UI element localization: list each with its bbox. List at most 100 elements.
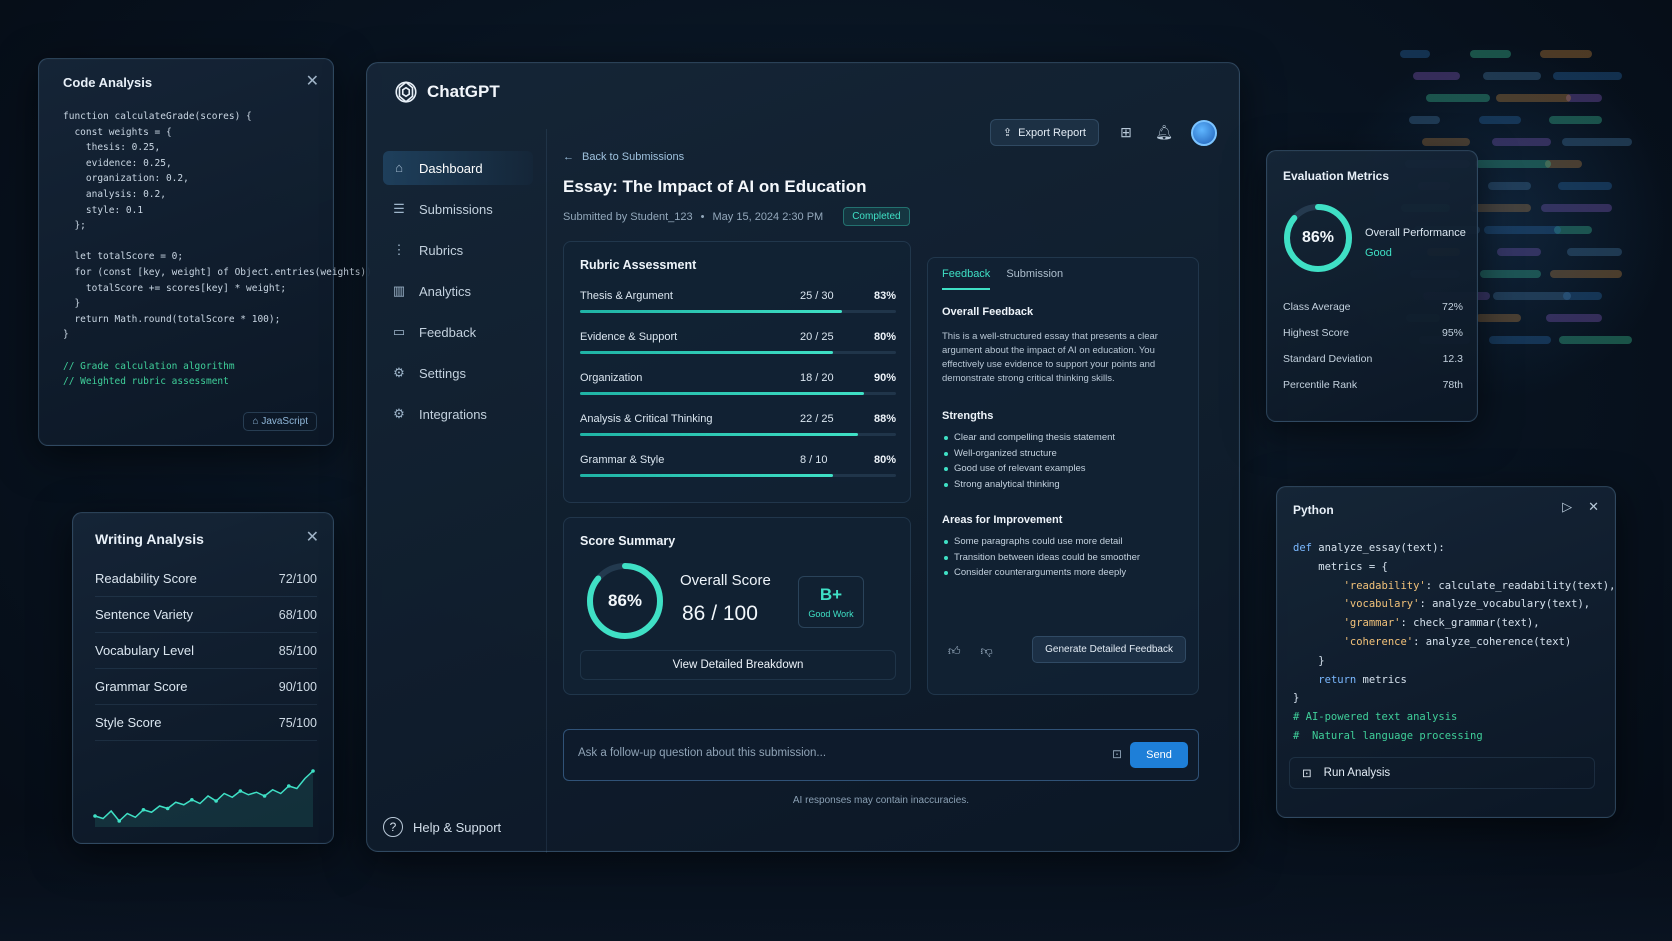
rubric-row: Organization 18 / 20 90% — [580, 372, 896, 406]
rubric-name: Organization — [580, 372, 643, 384]
sidebar-item-submissions[interactable]: ☰ Submissions — [383, 192, 533, 226]
run-analysis-button[interactable]: ⊡ Run Analysis — [1289, 757, 1595, 789]
rubric-row: Thesis & Argument 25 / 30 83% — [580, 290, 896, 324]
code-line: const weights = { — [63, 126, 172, 138]
rubric-row: Analysis & Critical Thinking 22 / 25 88% — [580, 413, 896, 447]
view-breakdown-button[interactable]: View Detailed Breakdown — [580, 650, 896, 680]
rubric-score: 20 / 25 — [800, 331, 834, 343]
sidebar-item-settings[interactable]: ⚙ Settings — [383, 356, 533, 390]
rubric-name: Evidence & Support — [580, 331, 678, 343]
metric-value: 68/100 — [278, 607, 317, 622]
thumbs-up-icon[interactable]: 👍︎ — [948, 644, 961, 659]
code-line: let totalScore = 0; — [63, 251, 184, 263]
metric-label: Sentence Variety — [95, 607, 194, 622]
metric-row: Percentile Rank 78th — [1283, 379, 1463, 391]
tab-submission[interactable]: Submission — [1006, 268, 1063, 290]
writing-metric-row: Grammar Score 90/100 — [95, 669, 317, 705]
sparkline-point — [190, 797, 194, 802]
avatar[interactable] — [1191, 119, 1217, 146]
tab-feedback[interactable]: Feedback — [942, 268, 991, 290]
list-item: Transition between ideas could be smooth… — [942, 550, 1140, 566]
sidebar-item-dashboard[interactable]: ⌂ Dashboard — [383, 151, 533, 185]
rubric-progress-track — [580, 433, 896, 436]
strengths-list: Clear and compelling thesis statement We… — [942, 430, 1115, 492]
feedback-rating: 👍︎ 👎︎ — [948, 644, 993, 659]
sparkline-point — [117, 819, 122, 823]
close-icon[interactable]: ✕ — [306, 527, 319, 547]
sidebar-item-rubrics[interactable]: ⋮ Rubrics — [383, 233, 533, 267]
metric-row: Standard Deviation 12.3 — [1283, 353, 1463, 365]
send-button[interactable]: Send — [1130, 742, 1188, 768]
improvement-title: Areas for Improvement — [942, 514, 1063, 526]
rubric-row: Grammar & Style 8 / 10 80% — [580, 454, 896, 488]
writing-metric-row: Style Score 75/100 — [95, 705, 317, 741]
feedback-icon: ▭ — [392, 324, 406, 339]
header-actions: ⇪ Export Report ⊞ 🔔︎ — [989, 119, 1217, 146]
close-icon[interactable]: ✕ — [306, 71, 319, 91]
overall-performance-value: Good — [1365, 247, 1392, 259]
score-summary-card: Score Summary 86% Overall Score 86 / 100… — [563, 517, 911, 695]
sidebar-item-label: Analytics — [419, 283, 472, 299]
writing-metric-row: Vocabulary Level 85/100 — [95, 633, 317, 669]
separator-dot: • — [700, 210, 705, 223]
app-name: ChatGPT — [427, 82, 500, 101]
back-link[interactable]: ← Back to Submissions — [563, 151, 684, 163]
help-label: Help & Support — [413, 819, 502, 835]
python-actions: ▷ ✕ — [1562, 499, 1599, 515]
writing-analysis-panel: Writing Analysis ✕ Readability Score 72/1… — [72, 512, 334, 844]
integrations-icon: ⚙ — [393, 406, 405, 421]
sparkline-point — [262, 794, 267, 798]
language-badge[interactable]: ⌂ JavaScript — [243, 412, 317, 431]
sparkline-point — [165, 806, 170, 811]
rubric-assessment-card: Rubric Assessment Thesis & Argument 25 / … — [563, 241, 911, 503]
rubric-progress-track — [580, 392, 896, 395]
evaluation-metrics-panel: Evaluation Metrics 86% Overall Performan… — [1266, 150, 1478, 422]
sidebar-item-analytics[interactable]: ▥ Analytics — [383, 274, 533, 308]
metrics-title: Evaluation Metrics — [1283, 169, 1390, 183]
attach-icon[interactable]: ⊡ — [1112, 747, 1122, 761]
close-icon[interactable]: ✕ — [1588, 499, 1599, 515]
python-code-block: def analyze_essay(text): metrics = { 're… — [1293, 542, 1616, 742]
overall-feedback-text: This is a well-structured essay that pre… — [942, 331, 1158, 384]
export-report-label: Export Report — [1018, 126, 1086, 139]
dashboard-icon: ⌂ — [395, 160, 403, 175]
notification-bell-icon[interactable]: 🔔︎ — [1153, 122, 1175, 144]
rubric-percent: 88% — [873, 413, 896, 425]
metric-label: Highest Score — [1283, 327, 1349, 339]
help-support-link[interactable]: ? Help & Support — [383, 817, 501, 837]
language-label: JavaScript — [261, 416, 308, 427]
code-line: } — [63, 329, 69, 341]
sidebar-item-integrations[interactable]: ⚙ Integrations — [383, 397, 533, 431]
sparkline-point — [141, 807, 146, 812]
sparkline-point — [93, 814, 97, 818]
metric-label: Class Average — [1283, 301, 1351, 313]
code-block: function calculateGrade(scores) { const … — [63, 109, 372, 390]
app-logo[interactable]: ChatGPT — [393, 79, 500, 105]
feedback-tabs: Feedback Submission — [942, 268, 1063, 290]
rubric-progress-track — [580, 474, 896, 477]
export-report-button[interactable]: ⇪ Export Report — [989, 119, 1099, 146]
overall-score-value: 86 / 100 — [682, 602, 758, 625]
rubric-progress-track — [580, 310, 896, 313]
code-line: evidence: 0.25, — [63, 157, 172, 169]
list-item: Clear and compelling thesis statement — [942, 430, 1115, 446]
submission-date: May 15, 2024 2:30 PM — [712, 210, 824, 223]
follow-up-input[interactable] — [578, 747, 1058, 759]
help-icon: ? — [383, 817, 403, 837]
main-app-window: ChatGPT ⇪ Export Report ⊞ 🔔︎ ⌂ Dashboard … — [366, 62, 1240, 853]
rubric-score: 22 / 25 — [800, 413, 834, 425]
code-line: function calculateGrade(scores) { — [63, 111, 252, 122]
metric-value: 90/100 — [278, 679, 317, 694]
thumbs-down-icon[interactable]: 👎︎ — [981, 644, 993, 659]
sidebar-item-feedback[interactable]: ▭ Feedback — [383, 315, 533, 349]
list-item: Some paragraphs could use more detail — [942, 534, 1140, 550]
submissions-icon: ☰ — [393, 201, 405, 216]
code-line: totalScore += scores[key] * weight; — [63, 282, 287, 294]
metric-value: 72/100 — [278, 571, 317, 586]
add-icon[interactable]: ⊞ — [1115, 122, 1137, 144]
run-analysis-label: Run Analysis — [1323, 767, 1391, 779]
generate-feedback-button[interactable]: Generate Detailed Feedback — [1032, 636, 1186, 663]
improvement-list: Some paragraphs could use more detail Tr… — [942, 534, 1140, 581]
play-icon[interactable]: ▷ — [1562, 499, 1572, 515]
